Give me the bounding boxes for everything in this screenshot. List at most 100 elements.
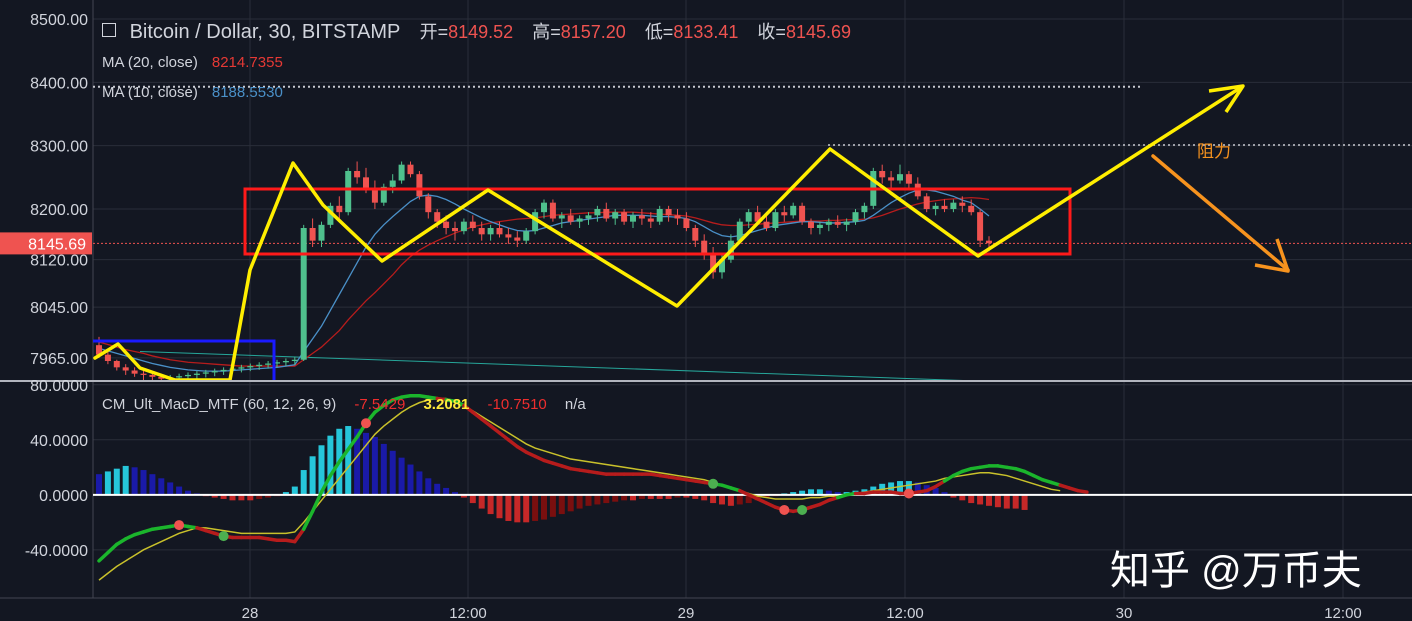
candle: [256, 364, 263, 367]
candle: [354, 171, 361, 178]
candle: [941, 205, 948, 209]
macd-cross-dot: [361, 418, 371, 429]
candle: [309, 228, 316, 241]
candle: [238, 367, 245, 369]
candle: [647, 218, 654, 222]
candle: [594, 209, 601, 216]
macd-bar: [122, 465, 129, 495]
candle: [496, 228, 503, 235]
candle: [523, 231, 530, 241]
macd-tick-label: 0.0000: [39, 488, 88, 505]
macd-bar: [96, 474, 102, 495]
ma20-legend[interactable]: MA (20, close) 8214.7355: [102, 54, 283, 71]
candle: [549, 202, 556, 219]
ma10-legend[interactable]: MA (10, close) 8188.5530: [102, 84, 283, 101]
candle: [541, 202, 547, 213]
macd-cross-dot: [174, 520, 185, 531]
candle: [202, 372, 209, 374]
candle: [612, 212, 619, 219]
macd-cross-dot: [903, 488, 914, 499]
low-label: 低=: [644, 22, 674, 42]
price-tick-label: 8400.00: [30, 75, 88, 92]
candle: [879, 171, 886, 178]
current-price-value: 8145.69: [28, 236, 86, 253]
macd-bar: [443, 487, 450, 495]
macd-bar: [478, 494, 485, 509]
candle: [220, 369, 227, 372]
collapse-square-icon[interactable]: [102, 23, 116, 37]
candle: [104, 354, 111, 361]
candle: [211, 371, 218, 373]
macd-bar: [594, 494, 601, 505]
candle: [122, 367, 129, 371]
macd-bar: [603, 494, 610, 504]
candle: [318, 224, 325, 241]
macd-value-1: -7.5429: [354, 396, 406, 413]
macd-bar: [291, 486, 298, 495]
ma10-value: 8188.5530: [211, 84, 283, 101]
candle: [745, 212, 752, 222]
macd-bar: [425, 478, 432, 495]
candle: [603, 209, 610, 219]
macd-bar: [612, 494, 619, 502]
macd-legend[interactable]: CM_Ult_MacD_MTF (60, 12, 26, 9) -7.5429 …: [102, 396, 586, 413]
macd-bar: [345, 426, 352, 495]
macd-bar: [567, 494, 574, 512]
candle: [469, 221, 476, 228]
candle: [300, 228, 307, 360]
candle: [131, 370, 138, 374]
macd-tick-label: 40.0000: [30, 433, 88, 450]
macd-bar: [416, 471, 423, 495]
candle: [193, 373, 200, 375]
price-tick-label: 8120.00: [30, 253, 88, 270]
candle: [932, 205, 939, 209]
macd-bar: [994, 494, 1001, 508]
macd-cross-dot: [708, 478, 719, 489]
macd-bar: [1012, 494, 1019, 509]
price-tick-label: 7965.00: [30, 351, 88, 368]
macd-bar: [549, 494, 556, 517]
candle: [781, 212, 788, 216]
candle: [825, 221, 832, 225]
macd-bar: [505, 494, 512, 521]
candle: [959, 202, 966, 206]
time-tick-label: 28: [242, 605, 259, 621]
candle: [576, 218, 583, 222]
candle: [558, 215, 565, 219]
candle: [665, 209, 672, 216]
candle: [763, 221, 770, 228]
macd-bar: [158, 478, 165, 495]
candle: [834, 221, 841, 225]
macd-bar: [496, 494, 503, 519]
candle: [843, 221, 850, 225]
time-tick-label: 12:00: [1324, 605, 1362, 621]
time-tick-label: 30: [1116, 605, 1133, 621]
high-value: 8157.20: [560, 22, 626, 42]
macd-bar: [710, 494, 717, 504]
candle: [790, 205, 797, 216]
candle: [977, 212, 984, 241]
macd-bar: [736, 494, 743, 505]
macd-line-segment: [1076, 488, 1089, 494]
candle: [701, 240, 708, 254]
candle: [371, 190, 378, 203]
candle: [630, 215, 636, 222]
candle: [905, 174, 912, 184]
candle: [816, 224, 823, 228]
macd-bar: [131, 467, 138, 495]
price-tick-label: 8300.00: [30, 139, 88, 156]
candle: [247, 366, 254, 368]
macd-bar: [727, 494, 734, 506]
macd-bar: [977, 494, 984, 505]
candle: [443, 221, 450, 228]
macd-label: CM_Ult_MacD_MTF (60, 12, 26, 9): [102, 396, 337, 413]
candle: [416, 174, 423, 197]
watermark: 知乎 @万币夫: [1110, 549, 1362, 593]
candle: [176, 376, 183, 378]
candle: [692, 228, 699, 241]
macd-bar: [104, 471, 111, 495]
candle: [950, 202, 957, 209]
candle: [772, 212, 779, 228]
macd-bar: [469, 494, 476, 504]
candle: [799, 205, 806, 222]
